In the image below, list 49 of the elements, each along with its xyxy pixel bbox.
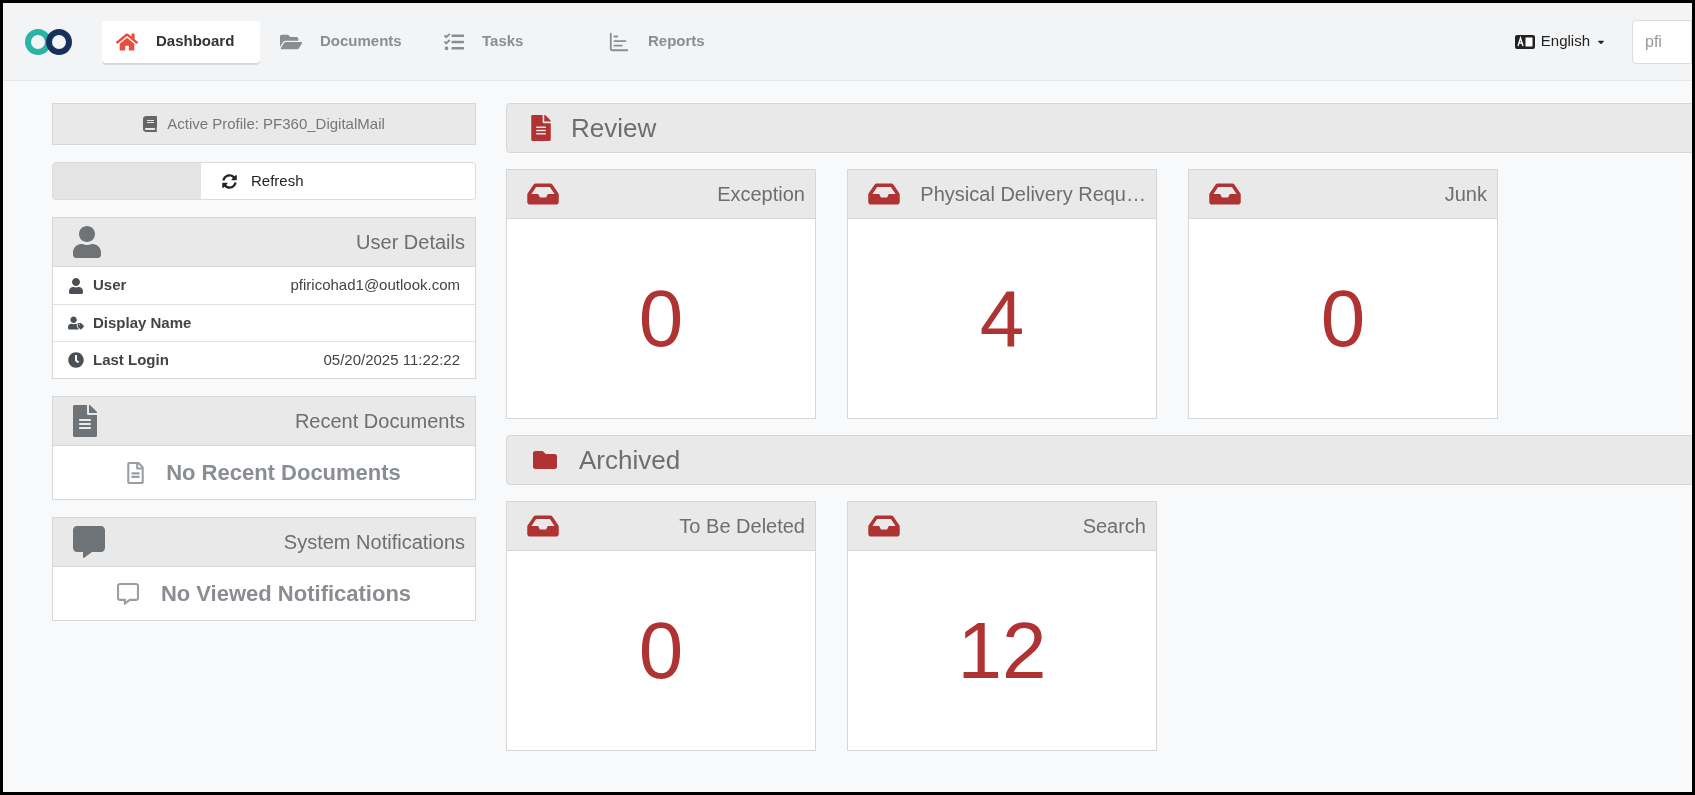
user-icon [73, 226, 101, 258]
user-icon [68, 277, 84, 294]
speech-bubble-icon [116, 582, 139, 605]
detail-value: 05/20/2025 11:22:22 [323, 349, 460, 370]
empty-message: No Viewed Notifications [160, 580, 412, 608]
document-icon [531, 115, 551, 141]
speech-bubble-icon [73, 526, 105, 558]
section-title: Archived [579, 443, 681, 477]
panel-title: System Notifications [283, 530, 465, 555]
search-field[interactable]: pfi [1632, 19, 1692, 64]
tile-title: Physical Delivery Requ… [920, 182, 1146, 207]
tile-count: 4 [979, 272, 1025, 365]
refresh-button[interactable]: Refresh [201, 163, 475, 199]
tile-count: 0 [1320, 272, 1366, 365]
active-profile-text: Active Profile: PF360_DigitalMail [167, 113, 385, 134]
tile-count: 12 [957, 604, 1047, 697]
count-tile[interactable]: To Be Deleted 0 [506, 501, 816, 751]
detail-label: Last Login [93, 349, 169, 370]
tile-title: To Be Deleted [679, 514, 805, 539]
tile-title: Junk [1444, 182, 1487, 207]
tile-count: 0 [638, 604, 684, 697]
detail-value: pfiricohad1@outlook.com [290, 275, 460, 296]
refresh-icon [222, 173, 237, 189]
section-title: Review [571, 111, 657, 145]
tile-count: 0 [638, 272, 684, 365]
document-icon [127, 461, 145, 484]
user-tag-icon [68, 315, 84, 331]
detail-label: Display Name [93, 312, 192, 333]
document-icon [73, 405, 97, 437]
count-tile[interactable]: Junk 0 [1188, 169, 1498, 419]
checklist-icon [444, 31, 464, 52]
clock-icon [68, 352, 84, 368]
book-icon [143, 116, 158, 132]
empty-message: No Recent Documents [166, 459, 401, 487]
count-tile[interactable]: Exception 0 [506, 169, 816, 419]
language-dropdown[interactable]: English [1514, 30, 1606, 53]
tile-title: Exception [717, 182, 805, 207]
folder-icon [531, 448, 559, 472]
count-tile[interactable]: Search 12 [847, 501, 1157, 751]
language-icon [1514, 34, 1535, 49]
home-icon [116, 30, 138, 53]
panel-title: User Details [356, 230, 465, 255]
bar-chart-icon [608, 30, 630, 53]
panel-title: Recent Documents [294, 409, 465, 434]
count-tile[interactable]: Physical Delivery Requ… 4 [847, 169, 1157, 419]
detail-label: User [93, 275, 127, 296]
logo-icon[interactable] [23, 26, 75, 57]
nav-tab[interactable]: Dashboard [102, 20, 260, 63]
tile-title: Search [1082, 514, 1146, 539]
